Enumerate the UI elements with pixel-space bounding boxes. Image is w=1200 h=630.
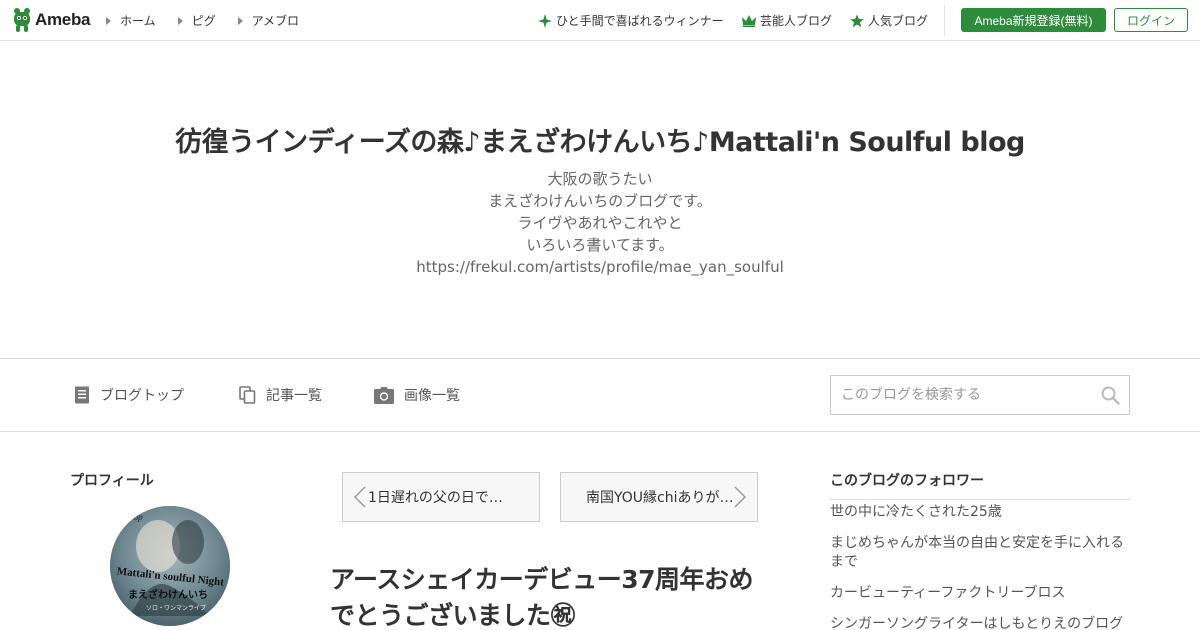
camera-icon — [374, 386, 394, 404]
blog-description-line: まえざわけんいちのブログです。 — [488, 192, 712, 210]
blog-search-input[interactable] — [831, 376, 1091, 414]
global-nav-home[interactable]: ホーム — [106, 12, 156, 29]
link-promo[interactable]: ひと手間で喜ばれるウィンナー — [538, 12, 724, 29]
ameba-logo-icon — [14, 8, 30, 32]
triangle-right-icon — [177, 16, 183, 25]
link-promo-label: ひと手間で喜ばれるウィンナー — [556, 14, 724, 28]
link-popular-blogs[interactable]: 人気ブログ — [850, 12, 928, 29]
avatar[interactable]: Drop Mattali'n soulful Night まえざわけんいち ソロ… — [110, 506, 230, 626]
chevron-left-icon — [354, 486, 366, 508]
global-nav-label: ピグ — [191, 14, 216, 28]
follower-item[interactable]: まじめちゃんが本当の自由と安定を手に入れるまで — [830, 534, 1130, 572]
global-nav-label: ホーム — [120, 14, 156, 28]
register-button[interactable]: Ameba新規登録(無料) — [961, 8, 1106, 32]
avatar-text: Drop — [123, 512, 143, 522]
ameba-logo[interactable]: Ameba — [12, 7, 90, 33]
global-nav-pigg[interactable]: ピグ — [177, 12, 216, 29]
triangle-right-icon — [106, 16, 111, 25]
crown-icon — [742, 14, 756, 27]
next-entry-button[interactable]: 南国YOU縁chiありが… — [560, 472, 758, 522]
link-celebrity-blogs-label: 芸能人ブログ — [760, 14, 833, 28]
avatar-image: Drop Mattali'n soulful Night まえざわけんいち ソロ… — [110, 506, 230, 626]
global-nav-ameblo[interactable]: アメブロ — [237, 12, 300, 29]
blog-nav: ブログトップ 記事一覧 画像一覧 — [0, 358, 1200, 432]
chevron-right-icon — [734, 486, 746, 508]
blog-nav-label: ブログトップ — [100, 388, 184, 404]
prev-entry-button[interactable]: 1日遅れの父の日で… — [342, 472, 540, 522]
entry-title[interactable]: アースシェイカーデビュー37周年おめでとうございました㊗ — [330, 562, 770, 630]
blog-description: 大阪の歌うたい まえざわけんいちのブログです。 ライヴやあれやこれやと いろいろ… — [0, 168, 1200, 278]
link-popular-blogs-label: 人気ブログ — [868, 14, 929, 28]
logo-text: Ameba — [35, 10, 91, 29]
document-icon — [75, 386, 89, 404]
profile-heading: プロフィール — [70, 473, 154, 489]
avatar-text: ソロ・ワンマンライブ — [146, 604, 206, 612]
login-button[interactable]: ログイン — [1114, 8, 1188, 32]
followers-list: 世の中に冷たくされた25歳 まじめちゃんが本当の自由と安定を手に入れるまで カー… — [830, 503, 1130, 630]
blog-description-line: いろいろ書いてます。 — [526, 236, 674, 254]
blog-nav-top[interactable]: ブログトップ — [74, 385, 184, 405]
search-icon[interactable] — [1101, 386, 1120, 405]
blog-description-line: ライヴやあれやこれやと — [517, 214, 683, 232]
blog-nav-images[interactable]: 画像一覧 — [374, 385, 460, 405]
follower-item[interactable]: カービューティーファクトリーブロス — [830, 584, 1130, 603]
next-entry-label: 南国YOU縁chiありが… — [586, 490, 734, 506]
global-header: Ameba ホーム ピグ アメブロ ひと手間で喜ばれるウィンナー 芸能人ブログ … — [0, 0, 1200, 41]
followers-heading: このブログのフォロワー — [830, 470, 1130, 500]
avatar-text: まえざわけんいち — [128, 588, 208, 601]
blog-description-line: 大阪の歌うたい — [547, 170, 653, 188]
sparkle-icon — [538, 13, 552, 28]
copy-icon — [239, 386, 256, 404]
blog-nav-label: 画像一覧 — [404, 388, 460, 404]
blog-description-link[interactable]: https://frekul.com/artists/profile/mae_y… — [0, 256, 1200, 278]
blog-title[interactable]: 彷徨うインディーズの森♪まえざわけんいち♪Mattali'n Soulful b… — [0, 120, 1200, 159]
global-nav-label: アメブロ — [251, 14, 300, 28]
star-icon — [850, 14, 864, 27]
blog-search — [830, 375, 1130, 415]
follower-item[interactable]: 世の中に冷たくされた25歳 — [830, 503, 1130, 522]
blog-nav-label: 記事一覧 — [266, 388, 322, 404]
global-nav: ホーム ピグ アメブロ — [106, 12, 321, 29]
follower-item[interactable]: シンガーソングライターはしもとりえのブログ — [830, 615, 1130, 630]
link-celebrity-blogs[interactable]: 芸能人ブログ — [742, 12, 832, 29]
prev-entry-label: 1日遅れの父の日で… — [368, 490, 503, 506]
triangle-right-icon — [237, 16, 243, 25]
divider — [944, 5, 945, 36]
blog-nav-entries[interactable]: 記事一覧 — [239, 385, 322, 405]
